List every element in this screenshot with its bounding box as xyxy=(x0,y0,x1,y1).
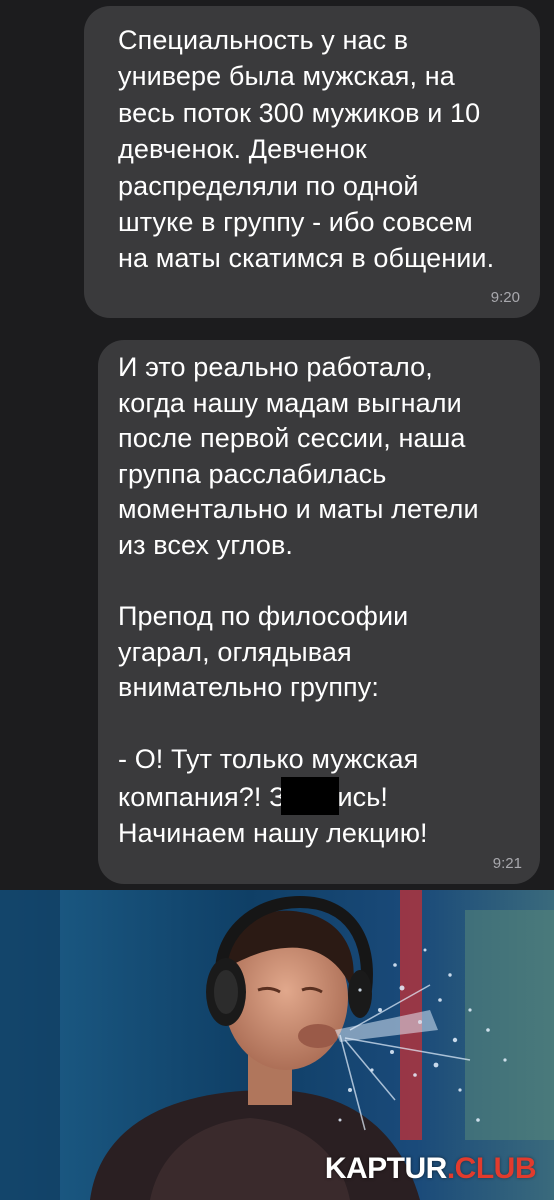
watermark: KAPTUR.CLUB xyxy=(324,1152,537,1186)
meme-image: KAPTUR.CLUB xyxy=(0,890,554,1200)
censor-block xyxy=(281,777,340,816)
message-time: 9:21 xyxy=(492,855,522,872)
message-text: Специальность у нас в универе была мужск… xyxy=(118,25,495,274)
message-text-part: И это реально работало, когда нашу мадам… xyxy=(118,352,479,813)
message-bubble[interactable]: И это реально работало, когда нашу мадам… xyxy=(98,340,540,884)
message-bubble[interactable]: Специальность у нас в универе была мужск… xyxy=(84,6,540,318)
chat-area: Специальность у нас в универе была мужск… xyxy=(0,0,554,890)
message-time: 9:20 xyxy=(490,289,520,306)
watermark-text: KAPTUR xyxy=(324,1152,448,1185)
watermark-text-accent: .CLUB xyxy=(446,1152,537,1185)
message-text: И это реально работало, когда нашу мадам… xyxy=(118,350,520,851)
